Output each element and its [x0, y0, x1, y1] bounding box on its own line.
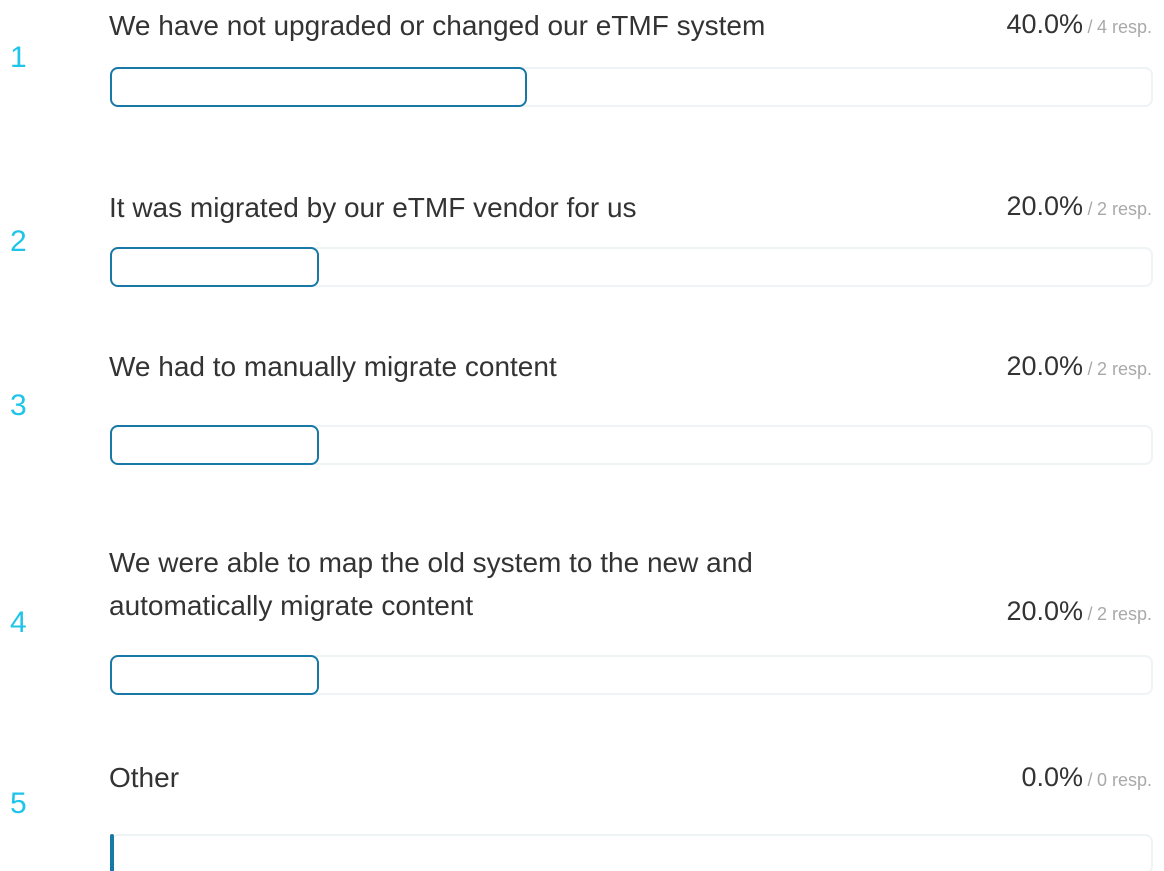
percent-value: 20.0%: [1006, 596, 1084, 626]
percent-value: 20.0%: [1006, 191, 1084, 221]
response-count: 2 resp.: [1096, 359, 1152, 379]
rank-number: 2: [10, 225, 27, 258]
answer-stat: 20.0% / 2 resp.: [1006, 351, 1152, 381]
answer-label: We had to manually migrate content: [109, 351, 557, 382]
answer-stat: 40.0% / 4 resp.: [1006, 9, 1152, 39]
response-count: 2 resp.: [1096, 604, 1152, 624]
answer-label: We have not upgraded or changed our eTMF…: [109, 10, 766, 41]
percent-value: 40.0%: [1006, 9, 1084, 39]
progress-track: [110, 247, 1153, 287]
progress-fill: [110, 425, 319, 465]
answer-label: We were able to map the old system to th…: [109, 547, 753, 621]
response-count: 2 resp.: [1096, 199, 1152, 219]
response-count: 0 resp.: [1096, 770, 1152, 790]
rank-number: 3: [10, 389, 27, 422]
progress-track: [110, 425, 1153, 465]
percent-value: 0.0%: [1021, 762, 1084, 792]
progress-track: [110, 834, 1153, 871]
answer-label: Other: [109, 762, 180, 793]
progress-fill: [110, 655, 319, 695]
rank-number: 5: [10, 787, 27, 820]
progress-fill: [110, 247, 319, 287]
answer-label: It was migrated by our eTMF vendor for u…: [109, 192, 637, 223]
response-count: 4 resp.: [1096, 17, 1152, 37]
rank-number: 4: [10, 606, 27, 639]
percent-value: 20.0%: [1006, 351, 1084, 381]
answer-stat: 0.0% / 0 resp.: [1021, 762, 1153, 792]
progress-fill: [110, 834, 114, 871]
progress-track: [110, 655, 1153, 695]
answer-stat: 20.0% / 2 resp.: [1006, 191, 1152, 221]
rank-number: 1: [10, 41, 27, 74]
progress-track: [110, 67, 1153, 107]
answer-stat: 20.0% / 2 resp.: [1006, 596, 1152, 626]
progress-fill: [110, 67, 527, 107]
